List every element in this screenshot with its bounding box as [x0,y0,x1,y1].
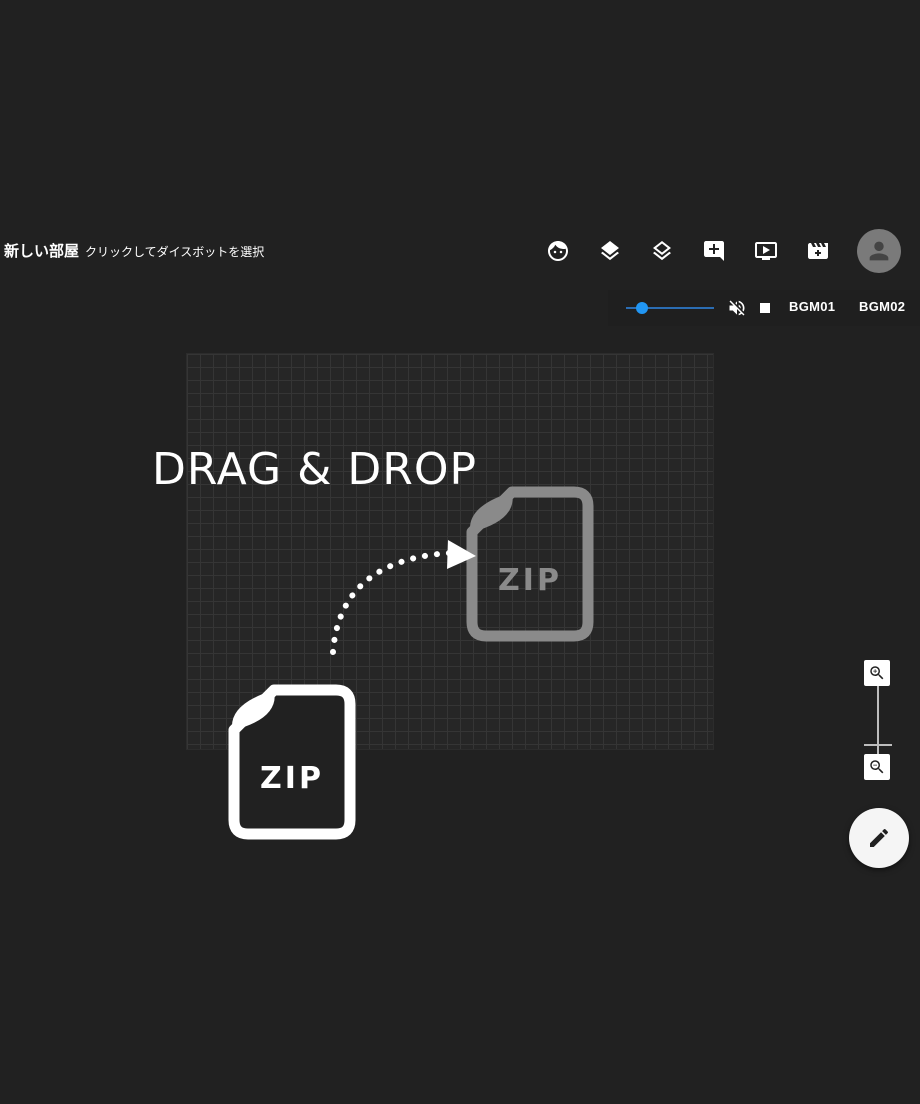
zoom-slider-thumb[interactable] [864,744,892,746]
zoom-in-icon [870,666,884,680]
zoom-out-icon [870,760,884,774]
pencil-icon [870,828,889,847]
dotted-arrow [330,550,453,655]
zip-file-source-icon: ZIP [228,684,356,840]
drag-drop-illustration: ZIP ZIP [228,486,594,840]
zip-label-target: ZIP [498,563,562,598]
zoom-out-button[interactable] [864,754,890,780]
zip-file-target-icon: ZIP [466,486,594,642]
edit-fab-button[interactable] [849,808,909,868]
zip-label-source: ZIP [260,761,324,796]
zoom-in-button[interactable] [864,660,890,686]
